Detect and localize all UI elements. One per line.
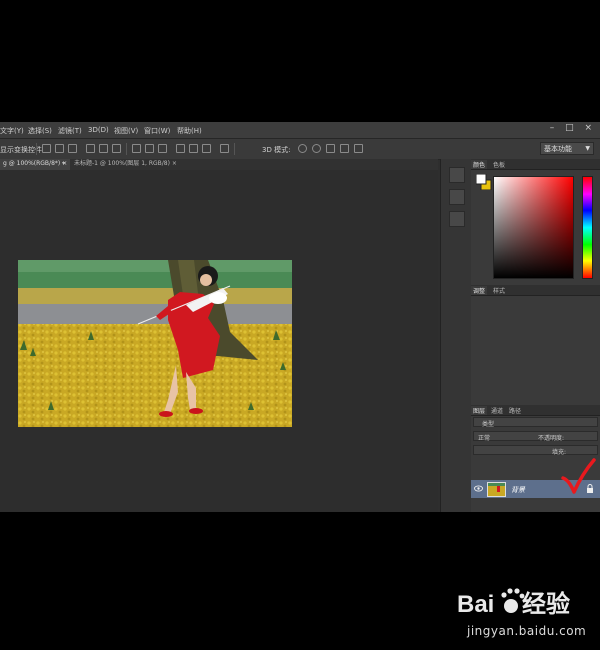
align-hcenter-icon[interactable] <box>99 144 108 153</box>
baidu-logo: Bai 经验 <box>457 588 570 618</box>
tab-document-main[interactable]: g @ 100%(RGB/8*) × <box>0 159 71 170</box>
window-controls[interactable]: – □ × <box>550 123 596 133</box>
3d-rotate-icon[interactable] <box>298 144 307 153</box>
tab-swatches[interactable]: 色板 <box>493 160 505 169</box>
align-vcenter-icon[interactable] <box>55 144 64 153</box>
history-icon[interactable] <box>449 167 465 183</box>
distribute-left-icon[interactable] <box>176 144 185 153</box>
options-divider <box>126 143 127 155</box>
align-bottom-icon[interactable] <box>68 144 77 153</box>
canvas-area[interactable] <box>0 170 438 512</box>
distribute-hcenter-icon[interactable] <box>189 144 198 153</box>
logo-text-du: 经验 <box>522 590 570 618</box>
visibility-eye-icon[interactable] <box>474 485 483 492</box>
3d-pan-icon[interactable] <box>326 144 335 153</box>
layer-kind-select[interactable]: 类型 <box>482 419 494 428</box>
workspace-dropdown[interactable]: 基本功能 ▼ <box>540 142 594 155</box>
options-bar: 显示变换控件 3D 模式: 基本功能 ▼ <box>0 139 600 160</box>
chevron-down-icon: ▼ <box>585 145 590 152</box>
distribute-bottom-icon[interactable] <box>158 144 167 153</box>
tab-label: 未标题-1 @ 100%(图层 1, RGB/8) <box>74 160 170 167</box>
3d-mode-label: 3D 模式: <box>262 146 291 154</box>
blend-mode-select[interactable]: 正常 <box>478 433 490 442</box>
properties-icon[interactable] <box>449 189 465 205</box>
blend-opacity-row: 正常 不透明度: <box>473 431 598 442</box>
panel-dock <box>440 159 472 512</box>
paw-icon <box>501 588 525 613</box>
align-left-icon[interactable] <box>86 144 95 153</box>
menu-filter[interactable]: 滤镜(T) <box>58 126 82 136</box>
workspace-value: 基本功能 <box>544 145 572 153</box>
options-divider <box>36 143 37 155</box>
menu-select[interactable]: 选择(S) <box>28 126 52 136</box>
3d-roll-icon[interactable] <box>312 144 321 153</box>
tab-color[interactable]: 颜色 <box>471 160 488 169</box>
fill-label: 填充: <box>552 449 567 456</box>
layer-filter-row[interactable]: 类型 <box>473 417 598 428</box>
close-icon[interactable]: × <box>172 160 177 167</box>
menu-bar: 文字(Y) 选择(S) 滤镜(T) 3D(D) 视图(V) 窗口(W) 帮助(H… <box>0 122 600 139</box>
color-picker-field[interactable] <box>493 176 574 279</box>
distribute-vcenter-icon[interactable] <box>145 144 154 153</box>
document-photo[interactable] <box>18 260 292 427</box>
watermark-site: jingyan.baidu.com <box>467 624 587 638</box>
logo-text-bai: Bai <box>457 591 494 618</box>
3d-slide-icon[interactable] <box>340 144 349 153</box>
align-right-icon[interactable] <box>112 144 121 153</box>
menu-3d[interactable]: 3D(D) <box>88 126 109 134</box>
tab-styles[interactable]: 样式 <box>493 286 505 295</box>
layers-panel-tabs: 图层 通道 路径 <box>471 405 600 416</box>
options-divider <box>234 143 235 155</box>
auto-align-icon[interactable] <box>220 144 229 153</box>
baidu-jingyan-watermark: Bai 经验 jingyan.baidu.com <box>455 582 600 648</box>
opacity-label: 不透明度: <box>538 435 565 442</box>
3d-scale-icon[interactable] <box>354 144 363 153</box>
lock-fill-row: 填充: <box>473 445 598 456</box>
layer-name[interactable]: 背景 <box>511 485 525 495</box>
align-top-icon[interactable] <box>42 144 51 153</box>
brush-presets-icon[interactable] <box>449 211 465 227</box>
menu-view[interactable]: 视图(V) <box>114 126 138 136</box>
menu-type[interactable]: 文字(Y) <box>0 126 24 136</box>
tab-divider-icon: ▾ <box>62 160 66 167</box>
hue-slider[interactable] <box>582 176 593 279</box>
menu-window[interactable]: 窗口(W) <box>144 126 170 136</box>
tab-paths[interactable]: 路径 <box>509 406 521 415</box>
photoshop-window: 文字(Y) 选择(S) 滤镜(T) 3D(D) 视图(V) 窗口(W) 帮助(H… <box>0 122 600 512</box>
distribute-right-icon[interactable] <box>202 144 211 153</box>
foreground-background-swatch[interactable] <box>476 174 492 190</box>
layer-thumbnail <box>487 482 506 497</box>
red-checkmark-annotation <box>561 458 596 494</box>
distribute-top-icon[interactable] <box>132 144 141 153</box>
tab-label: g @ 100%(RGB/8*) <box>3 160 61 167</box>
tab-adjustments[interactable]: 调整 <box>471 286 488 295</box>
color-panel-tabs: 颜色 色板 <box>471 159 600 170</box>
menu-help[interactable]: 帮助(H) <box>177 126 202 136</box>
tab-layers[interactable]: 图层 <box>471 406 488 415</box>
tab-channels[interactable]: 通道 <box>491 406 503 415</box>
adjustments-panel-tabs: 调整 样式 <box>471 285 600 296</box>
tab-document-untitled[interactable]: 未标题-1 @ 100%(图层 1, RGB/8) × <box>74 159 177 170</box>
